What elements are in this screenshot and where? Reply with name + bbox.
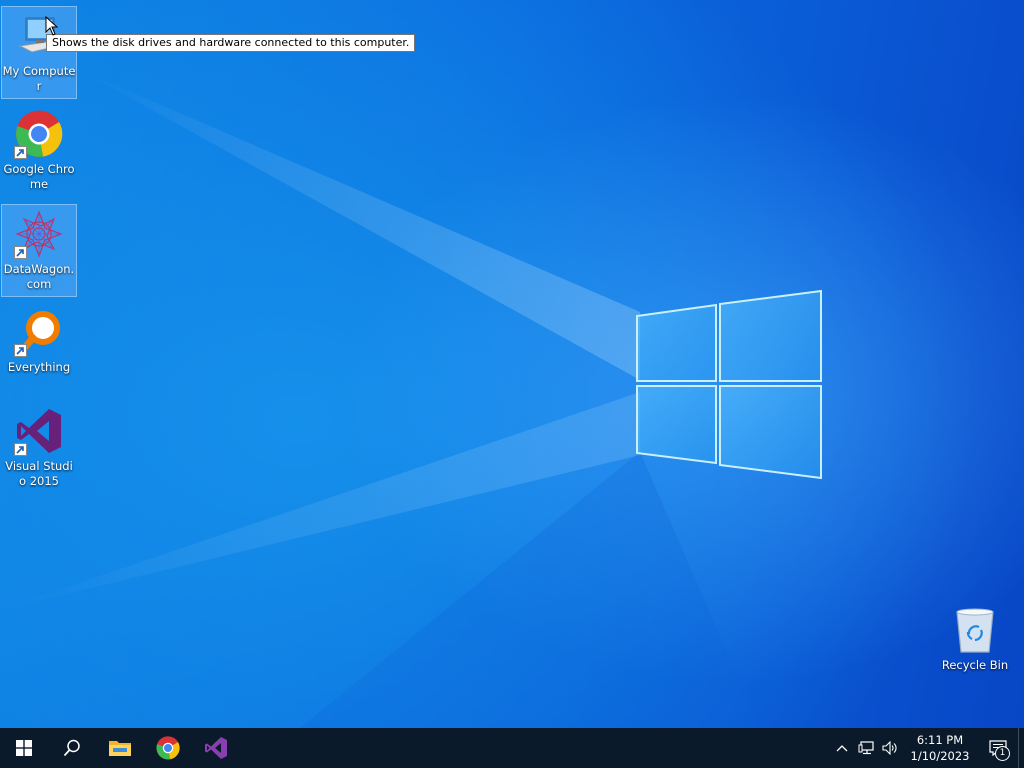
- clock[interactable]: 6:11 PM 1/10/2023: [902, 732, 978, 764]
- visual-studio-icon: [205, 737, 227, 759]
- chrome-taskbar-button[interactable]: [144, 728, 192, 768]
- desktop-icon-datawagon[interactable]: DataWagon.com: [1, 204, 77, 297]
- volume-icon: [882, 741, 897, 755]
- windows-wallpaper-logo: [636, 289, 822, 480]
- folder-icon: [109, 741, 131, 756]
- action-center-button[interactable]: 1: [978, 728, 1018, 768]
- chevron-up-icon: [836, 745, 848, 752]
- taskbar: 6:11 PM 1/10/2023 1: [0, 728, 1024, 768]
- desktop-icon-visual-studio-2015[interactable]: Visual Studio 2015: [1, 401, 77, 494]
- show-hidden-icons-button[interactable]: [830, 728, 854, 768]
- chrome-icon: [156, 736, 180, 760]
- desktop-icon-label: Google Chrome: [3, 162, 75, 191]
- recycle-bin-icon: [949, 604, 1001, 656]
- start-button[interactable]: [0, 728, 48, 768]
- datawagon-icon: [13, 208, 65, 260]
- everything-search-icon: [13, 306, 65, 358]
- show-desktop-button[interactable]: [1018, 728, 1024, 768]
- shortcut-arrow-icon: [14, 146, 27, 159]
- desktop-icon-everything[interactable]: Everything: [1, 302, 77, 380]
- tooltip: Shows the disk drives and hardware conne…: [46, 34, 416, 52]
- desktop-icon-label: DataWagon.com: [3, 262, 75, 291]
- notification-count-badge: 1: [995, 746, 1010, 761]
- desktop-icon-label: My Computer: [2, 64, 76, 93]
- system-tray: 6:11 PM 1/10/2023 1: [830, 728, 1024, 768]
- desktop-icon-recycle-bin[interactable]: Recycle Bin: [937, 600, 1013, 678]
- mouse-cursor-icon: [45, 16, 59, 36]
- clock-time: 6:11 PM: [916, 733, 964, 747]
- desktop[interactable]: My Computer Google Chrome DataWagon.com …: [0, 0, 1024, 728]
- search-button[interactable]: [48, 728, 96, 768]
- volume-button[interactable]: [878, 728, 902, 768]
- clock-date: 1/10/2023: [910, 749, 970, 763]
- network-icon: [858, 741, 874, 755]
- network-button[interactable]: [854, 728, 878, 768]
- file-explorer-button[interactable]: [96, 728, 144, 768]
- shortcut-arrow-icon: [14, 443, 27, 456]
- desktop-icon-label: Everything: [7, 360, 71, 374]
- windows-logo-icon: [16, 740, 32, 756]
- shortcut-arrow-icon: [14, 246, 27, 259]
- search-icon: [63, 739, 80, 757]
- desktop-icon-label: Recycle Bin: [941, 658, 1009, 672]
- visual-studio-icon: [13, 405, 65, 457]
- visual-studio-taskbar-button[interactable]: [192, 728, 240, 768]
- desktop-icon-google-chrome[interactable]: Google Chrome: [1, 104, 77, 197]
- desktop-icon-label: Visual Studio 2015: [5, 459, 73, 488]
- desktop-icon-my-computer[interactable]: My Computer: [1, 6, 77, 99]
- shortcut-arrow-icon: [14, 344, 27, 357]
- chrome-icon: [13, 108, 65, 160]
